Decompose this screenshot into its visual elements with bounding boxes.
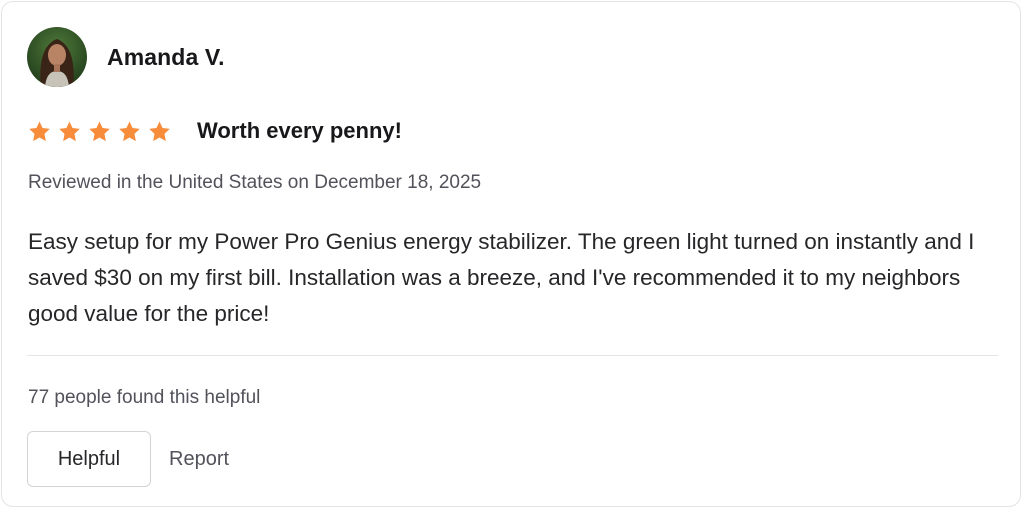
helpful-button[interactable]: Helpful [27,431,151,487]
helpful-count: 77 people found this helpful [28,387,261,408]
star-rating [28,120,178,143]
star-icon [58,120,81,143]
review-actions: Helpful Report [27,431,229,487]
user-photo-avatar-icon [27,27,87,87]
star-icon [148,120,171,143]
reviewer-header: Amanda V. [27,27,225,87]
reviewer-name: Amanda V. [107,43,225,70]
star-icon [28,120,51,143]
report-link[interactable]: Report [169,448,229,471]
star-icon [118,120,141,143]
rating-row: Worth every penny! [28,115,402,147]
avatar [27,27,87,87]
review-text: Easy setup for my Power Pro Genius energ… [28,229,975,326]
star-icon [88,120,111,143]
review-title: Worth every penny! [197,118,402,143]
review-date: Reviewed in the United States on Decembe… [28,172,482,193]
divider [27,355,998,356]
review-card: Amanda V. Worth every penny! Reviewed in… [1,1,1021,507]
